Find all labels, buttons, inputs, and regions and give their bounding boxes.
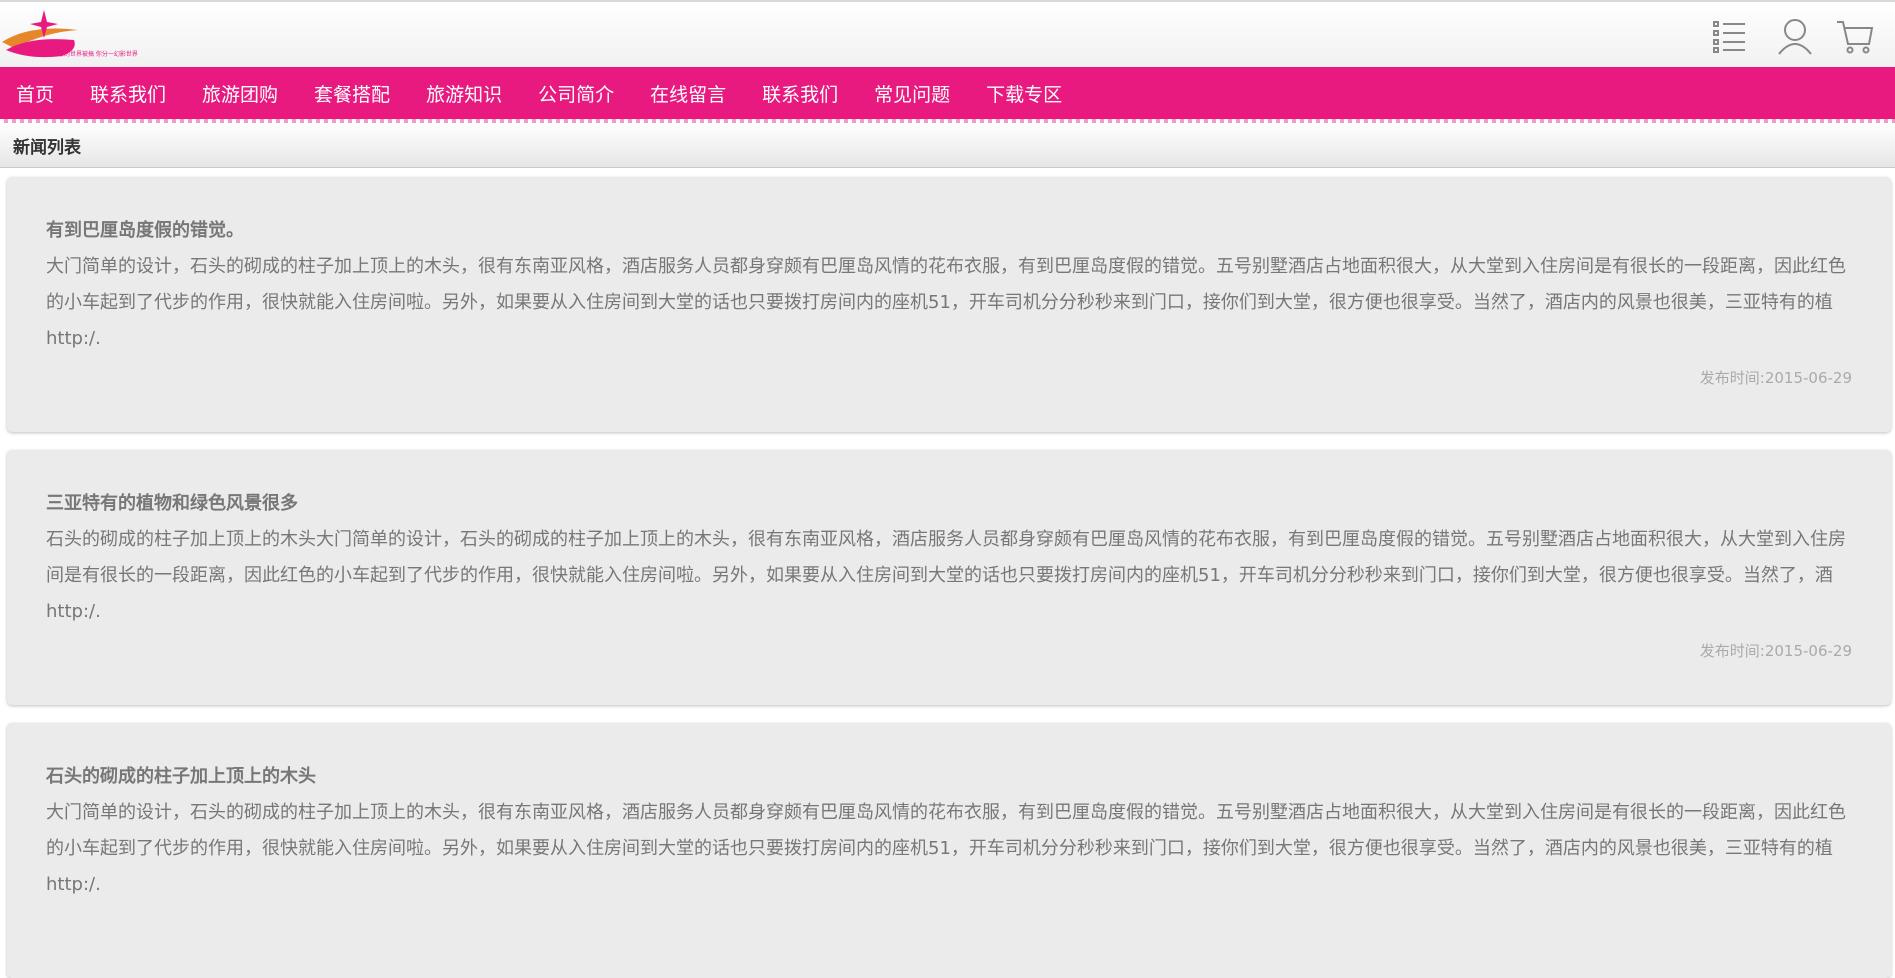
nav-company-profile[interactable]: 公司简介 [538, 80, 614, 111]
nav-contact-us[interactable]: 联系我们 [90, 80, 166, 111]
news-card[interactable]: 三亚特有的植物和绿色风景很多 石头的砌成的柱子加上顶上的木头大门简单的设计，石头… [7, 450, 1891, 705]
logo-tagline: 你的世界被搞 你分一幻影世界 [58, 51, 138, 58]
section-title: 新闻列表 [0, 123, 1895, 168]
menu-list-icon[interactable] [1711, 16, 1751, 56]
news-link[interactable]: http:/. [46, 321, 1852, 357]
news-title[interactable]: 石头的砌成的柱子加上顶上的木头 [46, 765, 1852, 789]
news-summary: 石头的砌成的柱子加上顶上的木头大门简单的设计，石头的砌成的柱子加上顶上的木头，很… [46, 529, 1846, 586]
nav-online-message[interactable]: 在线留言 [650, 80, 726, 111]
news-title[interactable]: 有到巴厘岛度假的错觉。 [46, 219, 1852, 243]
main-nav: 首页 联系我们 旅游团购 套餐搭配 旅游知识 公司简介 在线留言 联系我们 常见… [0, 67, 1895, 123]
news-list: 有到巴厘岛度假的错觉。 大门简单的设计，石头的砌成的柱子加上顶上的木头，很有东南… [0, 168, 1895, 978]
nav-home[interactable]: 首页 [16, 80, 54, 111]
news-card[interactable]: 有到巴厘岛度假的错觉。 大门简单的设计，石头的砌成的柱子加上顶上的木头，很有东南… [7, 177, 1891, 432]
news-summary: 大门简单的设计，石头的砌成的柱子加上顶上的木头，很有东南亚风格，酒店服务人员都身… [46, 802, 1846, 859]
news-card[interactable]: 石头的砌成的柱子加上顶上的木头 大门简单的设计，石头的砌成的柱子加上顶上的木头，… [7, 723, 1891, 978]
news-date: 发布时间:2015-06-29 [1699, 642, 1852, 660]
user-icon[interactable] [1775, 16, 1815, 56]
nav-travel-knowledge[interactable]: 旅游知识 [426, 80, 502, 111]
nav-group-buy[interactable]: 旅游团购 [202, 80, 278, 111]
news-summary: 大门简单的设计，石头的砌成的柱子加上顶上的木头，很有东南亚风格，酒店服务人员都身… [46, 256, 1846, 313]
header-icon-bar [1711, 16, 1895, 56]
nav-faq[interactable]: 常见问题 [874, 80, 950, 111]
cart-icon[interactable] [1835, 16, 1875, 56]
top-header: 你的世界被搞 你分一幻影世界 [0, 0, 1895, 67]
news-title[interactable]: 三亚特有的植物和绿色风景很多 [46, 492, 1852, 516]
news-date: 发布时间:2015-06-29 [1699, 369, 1852, 387]
nav-packages[interactable]: 套餐搭配 [314, 80, 390, 111]
nav-downloads[interactable]: 下载专区 [986, 80, 1062, 111]
site-logo[interactable]: 你的世界被搞 你分一幻影世界 [0, 6, 138, 62]
nav-contact-us-2[interactable]: 联系我们 [762, 80, 838, 111]
news-link[interactable]: http:/. [46, 867, 1852, 903]
news-link[interactable]: http:/. [46, 594, 1852, 630]
